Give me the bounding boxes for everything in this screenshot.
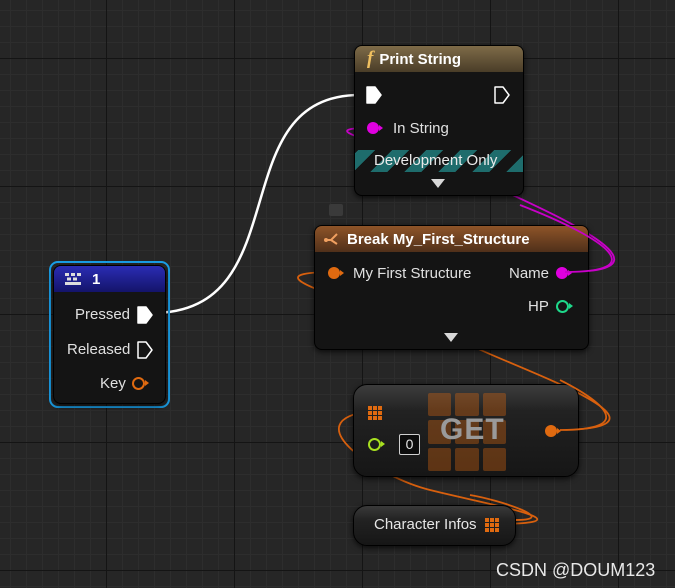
in-string-label: In String [393,120,449,137]
struct-input-pin-arrow [340,270,344,276]
character-infos-variable-node[interactable]: Character Infos [353,505,516,546]
development-only-banner: Development Only [355,150,523,172]
index-value: 0 [405,436,414,452]
pressed-label: Pressed [75,306,131,323]
key-event-header[interactable]: 1 [54,266,165,292]
key-output-pin[interactable] [132,377,145,390]
array-get-node[interactable]: GET 0 [353,384,579,477]
print-string-title: Print String [379,50,461,68]
name-output-pin-arrow [568,270,572,276]
element-output-pin-arrow [557,428,561,434]
index-input-field[interactable]: 0 [399,434,420,455]
exec-in-pin[interactable] [366,86,382,104]
reroute-marker[interactable] [329,204,343,216]
index-input-pin-arrow [381,441,385,447]
function-icon: f [367,48,374,69]
name-output-pin[interactable] [556,267,568,279]
released-label: Released [67,341,131,358]
watermark: CSDN @DOUM123 [496,560,656,580]
print-string-header[interactable]: f Print String [355,46,523,72]
print-string-node[interactable]: f Print String In String Development Onl… [354,45,524,196]
pressed-exec-pin[interactable] [137,306,153,324]
expand-arrow-icon[interactable] [444,333,458,342]
index-input-pin[interactable] [368,438,381,451]
get-title: GET [440,413,505,446]
key-event-node[interactable]: 1 Pressed Released Key [53,265,166,404]
in-string-pin-arrow [379,125,383,131]
struct-input-label: My First Structure [353,265,472,282]
development-only-label: Development Only [374,152,498,169]
break-struct-node[interactable]: Break My_First_Structure My First Struct… [314,225,589,350]
expand-arrow-icon[interactable] [431,179,445,188]
name-output-label: Name [509,265,550,282]
hp-output-pin[interactable] [556,300,569,313]
exec-out-pin[interactable] [494,86,510,104]
in-string-pin[interactable] [367,122,379,134]
hp-output-pin-arrow [569,303,573,309]
keyboard-icon [65,273,81,285]
array-output-pin-icon[interactable] [485,518,499,532]
key-label: Key [100,375,126,392]
key-output-pin-arrow [145,380,149,386]
character-infos-label: Character Infos [374,516,477,533]
struct-input-pin[interactable] [328,267,340,279]
break-struct-header[interactable]: Break My_First_Structure [315,226,588,252]
hp-output-label: HP [528,298,549,315]
element-output-pin[interactable] [545,425,557,437]
released-exec-pin[interactable] [137,341,153,359]
key-event-title: 1 [92,270,101,288]
break-struct-title: Break My_First_Structure [347,230,530,248]
array-input-pin-icon[interactable] [368,406,382,420]
break-icon [324,233,338,245]
